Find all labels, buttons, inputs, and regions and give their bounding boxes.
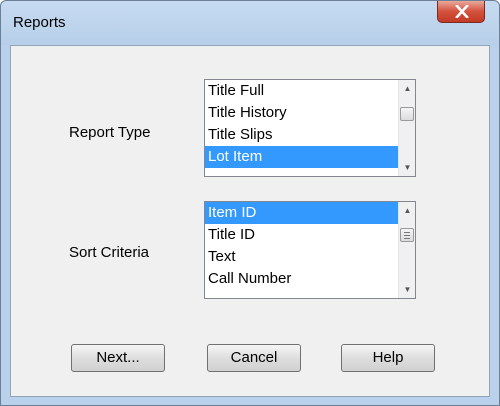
list-item-selected[interactable]: Lot Item: [205, 146, 398, 168]
report-type-scrollbar[interactable]: ▲ ▼: [398, 80, 415, 176]
help-button[interactable]: Help: [341, 344, 435, 372]
sort-criteria-scrollbar[interactable]: ▲ ▼: [398, 202, 415, 298]
title-bar[interactable]: Reports: [1, 1, 499, 45]
thumb-grip-icon: [404, 235, 410, 236]
scroll-down-arrow-icon[interactable]: ▼: [399, 281, 415, 298]
thumb-grip-icon: [404, 232, 410, 233]
close-button[interactable]: [437, 1, 485, 23]
list-item[interactable]: Title Slips: [205, 124, 398, 146]
report-type-label: Report Type: [69, 124, 151, 141]
window-title: Reports: [13, 14, 66, 31]
cancel-button[interactable]: Cancel: [207, 344, 301, 372]
next-button[interactable]: Next...: [71, 344, 165, 372]
scroll-up-arrow-icon[interactable]: ▲: [399, 202, 415, 219]
list-item[interactable]: Title ID: [205, 224, 398, 246]
list-item[interactable]: Title History: [205, 102, 398, 124]
report-type-listbox[interactable]: Title Full Title History Title Slips Lot…: [204, 79, 416, 177]
list-item[interactable]: Title Full: [205, 80, 398, 102]
list-item-selected[interactable]: Item ID: [205, 202, 398, 224]
list-item[interactable]: Call Number: [205, 268, 398, 290]
sort-criteria-listbox[interactable]: Item ID Title ID Text Call Number ▲ ▼: [204, 201, 416, 299]
scroll-up-arrow-icon[interactable]: ▲: [399, 80, 415, 97]
close-icon: [455, 5, 469, 18]
sort-criteria-label: Sort Criteria: [69, 244, 150, 261]
reports-window: Reports Report Type Title Full Title His…: [0, 0, 500, 406]
thumb-grip-icon: [404, 238, 410, 239]
scroll-thumb[interactable]: [400, 107, 414, 121]
scroll-down-arrow-icon[interactable]: ▼: [399, 159, 415, 176]
dialog-body: Report Type Title Full Title History Tit…: [10, 45, 490, 397]
list-item[interactable]: Text: [205, 246, 398, 268]
scroll-thumb[interactable]: [400, 228, 414, 242]
